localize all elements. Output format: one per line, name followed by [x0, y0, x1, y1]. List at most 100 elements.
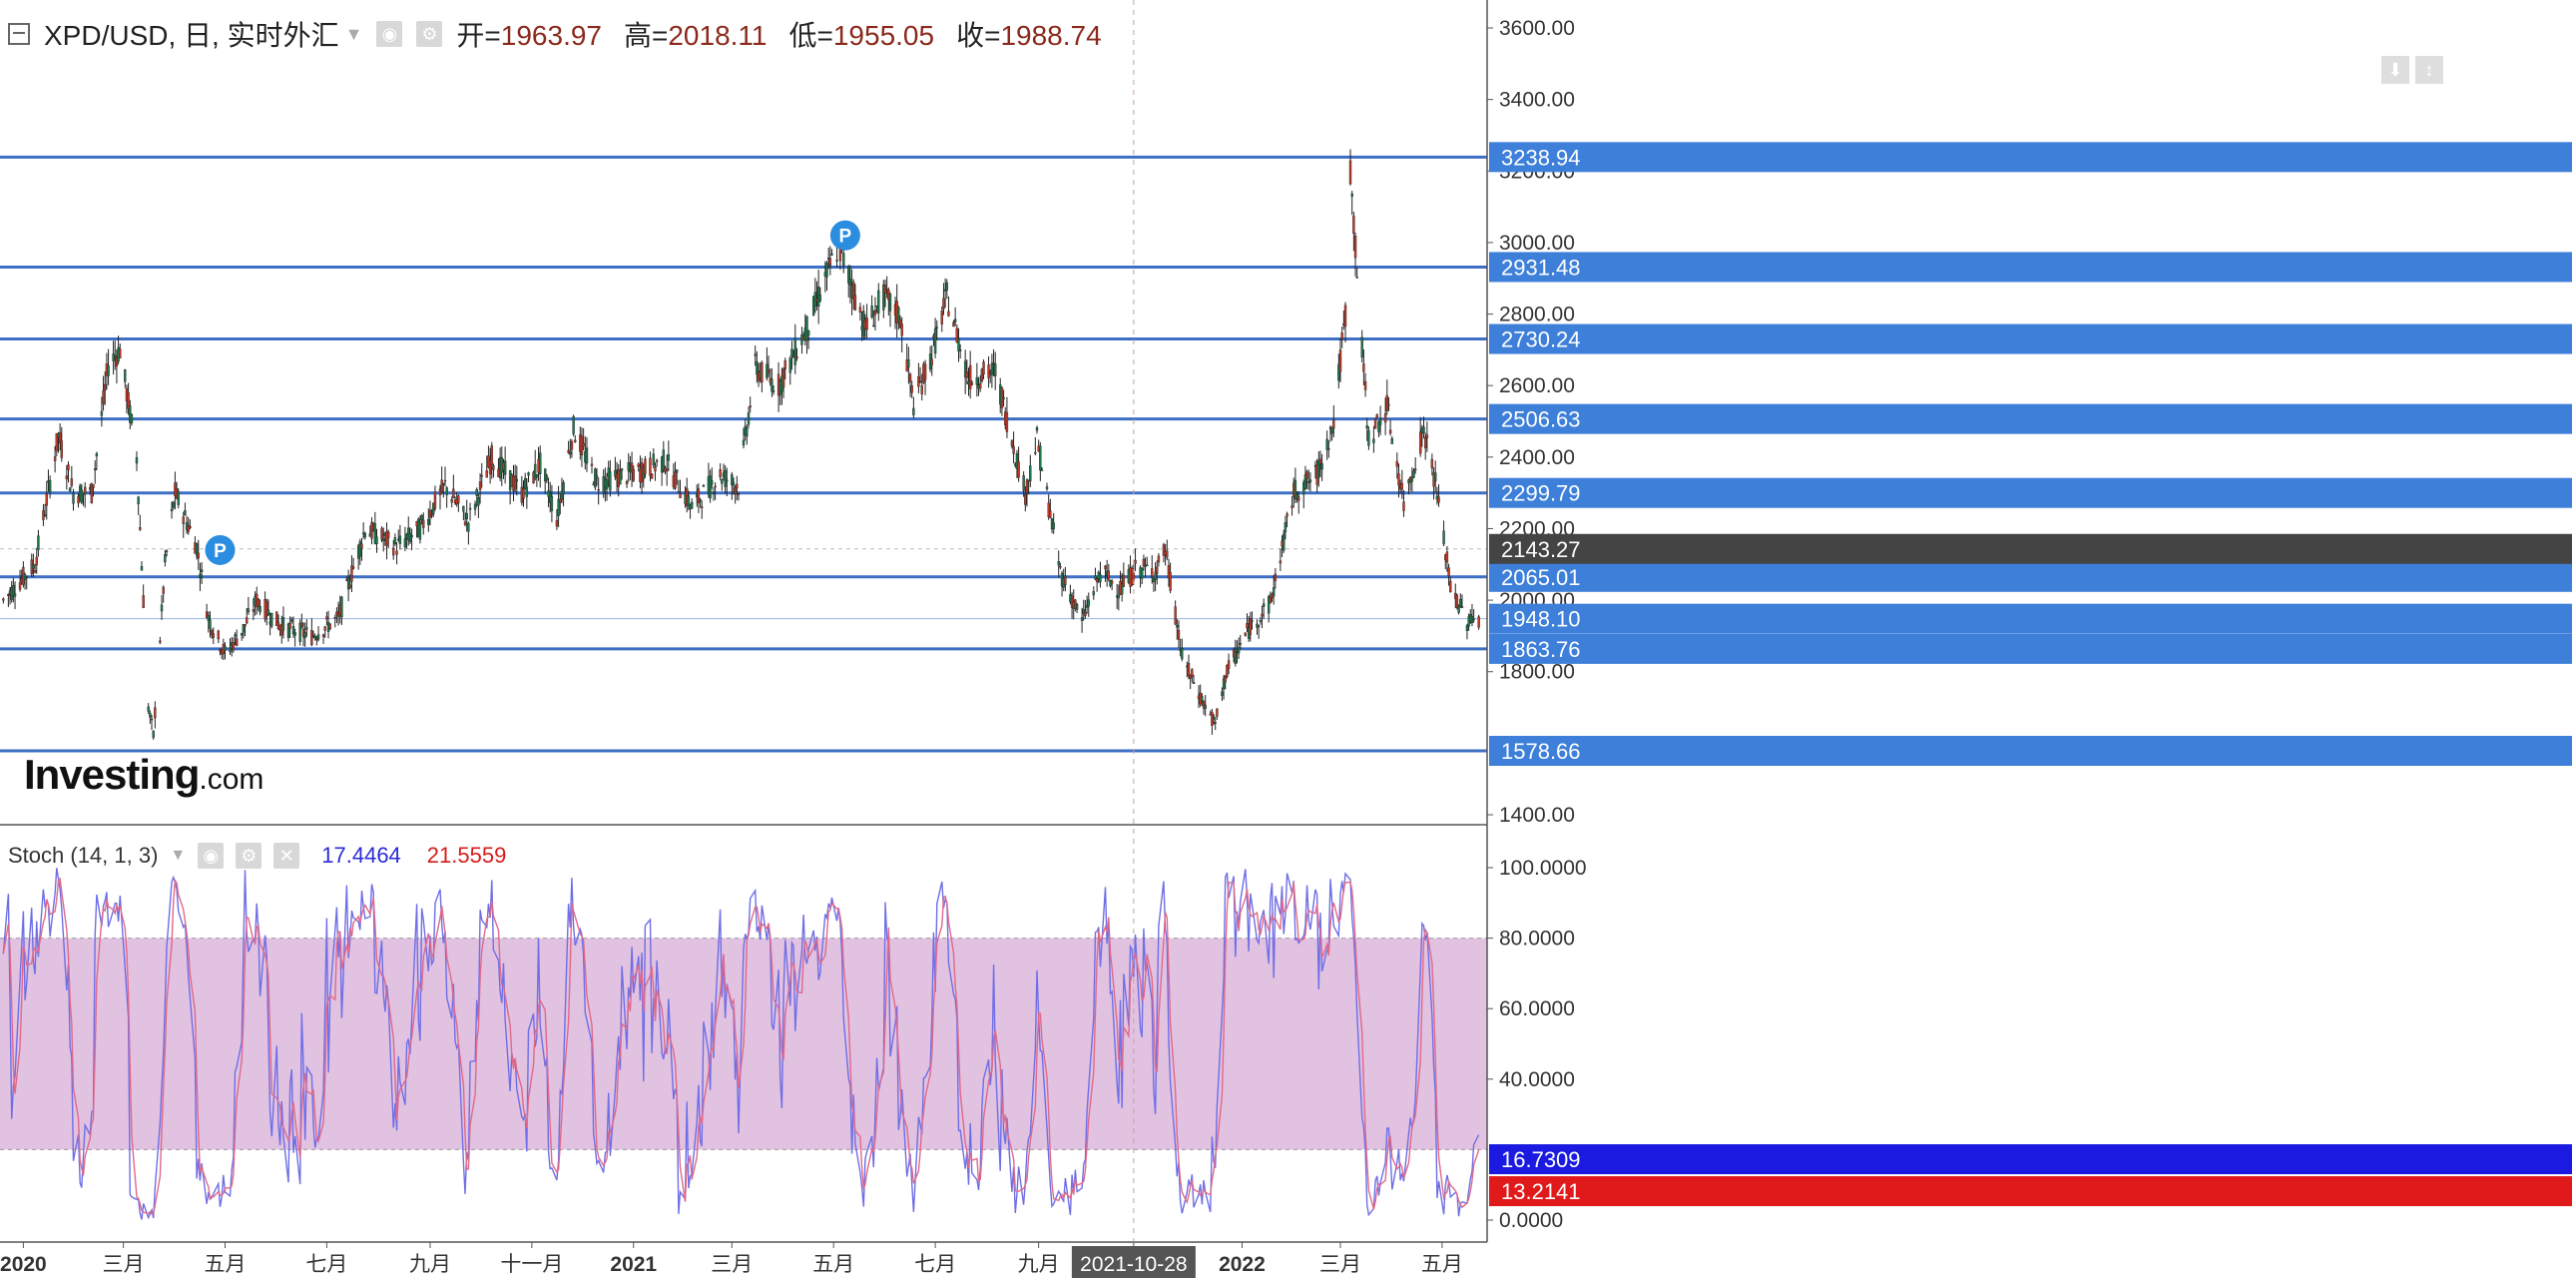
candle-body — [130, 414, 134, 424]
chart-area[interactable]: PP 3600.003400.003200.003000.002800.0026… — [0, 0, 2576, 1282]
time-tick-label: 七月 — [914, 1253, 956, 1276]
candle-body — [1378, 418, 1382, 425]
candle-body — [865, 318, 868, 330]
time-tick-label: 2021 — [610, 1253, 657, 1276]
price-tick-label: 2800.00 — [1499, 304, 1575, 326]
time-tick-label: 九月 — [409, 1253, 451, 1276]
candle-body — [644, 458, 647, 474]
candle-body — [1010, 440, 1014, 447]
candle-body — [257, 598, 260, 606]
candle-body — [32, 563, 35, 569]
candle-body — [95, 453, 99, 457]
candle-body — [1099, 574, 1102, 582]
candle-body — [965, 371, 969, 378]
download-icon[interactable]: ⬇ — [2381, 56, 2409, 84]
candle-body — [1022, 475, 1025, 491]
candle-body — [1332, 419, 1335, 429]
d-last-label: 13.2141 — [1501, 1179, 1581, 1204]
gear-icon[interactable]: ⚙ — [236, 843, 262, 869]
candle-body — [1084, 611, 1087, 616]
candle-body — [907, 359, 910, 367]
stoch-tick-label: 40.0000 — [1499, 1068, 1575, 1091]
candle-body — [150, 718, 154, 721]
close-value: 1988.74 — [1000, 20, 1102, 51]
candle-body — [595, 475, 599, 479]
close-icon[interactable]: ✕ — [273, 843, 300, 869]
candle-body — [650, 473, 654, 479]
candle-body — [104, 383, 107, 390]
candle-body — [1422, 426, 1425, 434]
time-tick-label: 五月 — [1421, 1253, 1463, 1276]
candle-body — [293, 632, 296, 636]
candle-body — [667, 454, 671, 461]
visibility-icon[interactable]: ◉ — [198, 843, 225, 869]
candle-body — [649, 457, 652, 476]
candle-body — [1192, 682, 1196, 684]
candle-body — [848, 279, 852, 286]
candle-body — [258, 605, 261, 613]
price-tick-label: 2600.00 — [1499, 374, 1575, 397]
indicator-name[interactable]: Stoch (14, 1, 3) — [8, 843, 158, 869]
scale-icon[interactable]: ↕ — [2415, 56, 2443, 84]
candle-body — [790, 348, 793, 356]
candle-body — [1437, 496, 1440, 503]
candle-body — [1372, 438, 1375, 443]
stochastic-pane[interactable] — [0, 868, 1487, 1220]
candle-body — [655, 459, 659, 462]
candle-body — [107, 365, 110, 376]
candle-body — [375, 536, 378, 544]
candle-body — [1104, 565, 1107, 570]
low-value: 1955.05 — [832, 20, 935, 51]
candle-body — [232, 642, 236, 651]
visibility-icon[interactable]: ◉ — [376, 21, 403, 47]
candle-body — [442, 483, 445, 485]
candle-body — [266, 609, 270, 615]
candle-body — [1425, 434, 1429, 438]
candle-body — [68, 487, 72, 492]
level-label: 2931.48 — [1501, 255, 1581, 280]
candle-body — [691, 501, 694, 509]
price-pane[interactable]: PP — [0, 149, 1487, 753]
candle-body — [37, 535, 40, 550]
candle-body — [200, 569, 204, 572]
candle-body — [492, 465, 495, 470]
chevron-down-icon[interactable]: ▼ — [170, 847, 186, 865]
candle-body — [1272, 587, 1276, 597]
candle-body — [990, 362, 994, 375]
candle-body — [137, 496, 140, 505]
candle-body — [1110, 580, 1114, 584]
candle-body — [714, 485, 717, 488]
candle-body — [172, 501, 175, 508]
candle-body — [711, 480, 714, 485]
indicator-header: Stoch (14, 1, 3) ▼ ◉ ⚙ ✕ 17.4464 21.5559 — [8, 843, 506, 869]
price-tick-label: 1400.00 — [1499, 804, 1575, 827]
candle-body — [513, 475, 517, 489]
candle-body — [452, 488, 455, 499]
candle-body — [910, 385, 913, 393]
candle-body — [1387, 403, 1390, 406]
candle-body — [1024, 493, 1027, 505]
candle-body — [942, 298, 945, 310]
level-label-box — [1489, 323, 2572, 354]
candle-body — [1039, 445, 1042, 471]
candles — [2, 149, 1480, 740]
candle-body — [340, 596, 343, 618]
candle-body — [1251, 620, 1254, 622]
candle-body — [182, 516, 185, 524]
candle-body — [842, 253, 845, 267]
candle-body — [900, 323, 903, 336]
candle-body — [209, 619, 212, 629]
chevron-down-icon[interactable]: ▼ — [345, 24, 363, 45]
candle-body — [539, 452, 542, 474]
candle-body — [746, 428, 749, 437]
candle-body — [313, 636, 316, 639]
symbol-title[interactable]: XPD/USD, 日, 实时外汇 — [44, 14, 339, 54]
candle-body — [975, 376, 979, 385]
candle-body — [1012, 445, 1015, 454]
candle-body — [427, 519, 430, 525]
candle-body — [408, 533, 412, 542]
candle-body — [1449, 580, 1452, 593]
collapse-icon[interactable] — [8, 23, 30, 45]
gear-icon[interactable]: ⚙ — [416, 21, 443, 47]
candle-body — [627, 462, 630, 471]
